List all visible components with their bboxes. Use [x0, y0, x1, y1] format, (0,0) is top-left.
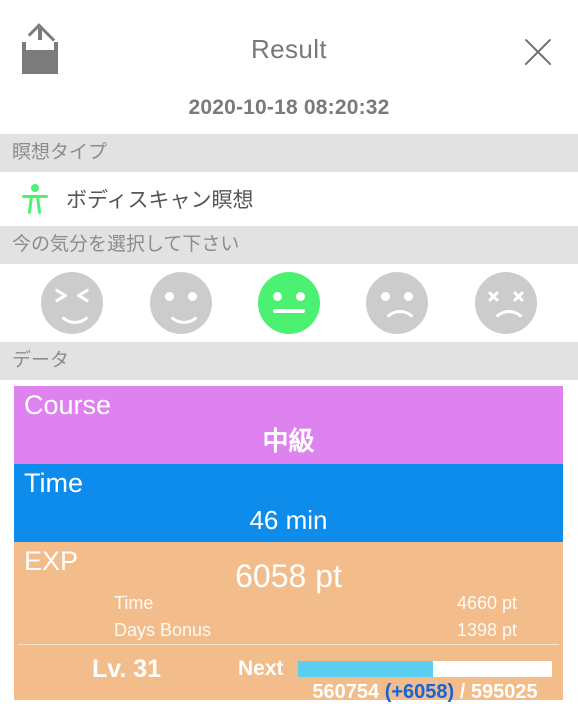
exp-row-days-bonus-label: Days Bonus	[114, 620, 212, 640]
exp-panel: EXP 6058 pt Time 4660 pt Days Bonus 1398…	[14, 542, 563, 703]
frown-mouth-shape	[489, 310, 528, 332]
time-panel-value: 46 min	[249, 505, 328, 535]
section-header-meditation-type: 瞑想タイプ	[0, 134, 578, 172]
meditation-type-row[interactable]: ボディスキャン瞑想	[0, 172, 578, 226]
course-panel-value: 中級	[262, 426, 315, 456]
exp-breakdown-rows: Time 4660 pt Days Bonus 1398 pt	[114, 590, 517, 644]
session-timestamp: 2020-10-18 08:20:32	[188, 96, 390, 119]
page-title: Result	[250, 34, 328, 64]
level-progress-bar: Lv. 31 Next 560754 (+6058) / 595025	[14, 645, 563, 703]
smile-mouth-shape	[56, 300, 95, 324]
frown-mouth-shape	[381, 310, 420, 332]
mood-sad-button[interactable]	[366, 272, 429, 334]
mood-neutral-button[interactable]	[257, 272, 320, 334]
x-eye-left-icon	[487, 290, 500, 303]
top-bar: Result	[0, 0, 578, 96]
person-head-shape	[31, 184, 39, 192]
progress-track	[298, 661, 552, 677]
mood-very-sad-button[interactable]	[474, 272, 537, 334]
exp-row-time-value: 4660 pt	[456, 593, 517, 613]
close-icon[interactable]	[522, 36, 554, 68]
time-panel-title: Time	[24, 468, 83, 498]
progress-gain-value: (+6058)	[384, 681, 455, 703]
exp-row-time: Time 4660 pt	[114, 590, 517, 617]
next-level-label: Next	[238, 657, 284, 680]
person-arms-shape	[22, 195, 48, 199]
exp-row-days-bonus-value: 1398 pt	[456, 620, 517, 640]
course-panel-title: Course	[24, 390, 112, 420]
mood-happy-button[interactable]	[149, 272, 212, 334]
progress-label: 560754 (+6058) / 595025	[298, 681, 552, 704]
x-eye-right-icon	[512, 290, 525, 303]
progress-fill	[298, 661, 433, 677]
person-leg-right-shape	[36, 195, 42, 215]
progress-current-value: 560754	[312, 681, 380, 703]
exp-body: EXP 6058 pt Time 4660 pt Days Bonus 1398…	[14, 542, 563, 644]
course-panel: Course 中級	[14, 386, 563, 464]
level-label: Lv. 31	[92, 655, 162, 683]
meditation-type-label: ボディスキャン瞑想	[66, 189, 254, 212]
progress-total-value: 595025	[470, 681, 538, 703]
section-header-data: データ	[0, 342, 578, 380]
eye-left-shape	[381, 292, 391, 301]
section-header-mood: 今の気分を選択して下さい	[0, 226, 578, 264]
data-panels: Course 中級 Time 46 min EXP 6058 pt Time 4…	[0, 380, 578, 703]
person-accessibility-icon	[22, 184, 48, 215]
mood-very-happy-button[interactable]	[41, 272, 104, 334]
eye-right-shape	[404, 292, 414, 301]
progress-separator: /	[459, 681, 466, 703]
eye-left-shape	[272, 292, 282, 301]
person-leg-left-shape	[27, 195, 34, 215]
time-panel: Time 46 min	[14, 464, 563, 542]
smile-mouth-shape	[164, 300, 203, 324]
neutral-mouth-shape	[272, 309, 305, 313]
exp-row-days-bonus: Days Bonus 1398 pt	[114, 617, 517, 644]
exp-row-time-label: Time	[114, 593, 154, 613]
eye-right-shape	[295, 292, 305, 301]
mood-selector	[0, 264, 578, 342]
